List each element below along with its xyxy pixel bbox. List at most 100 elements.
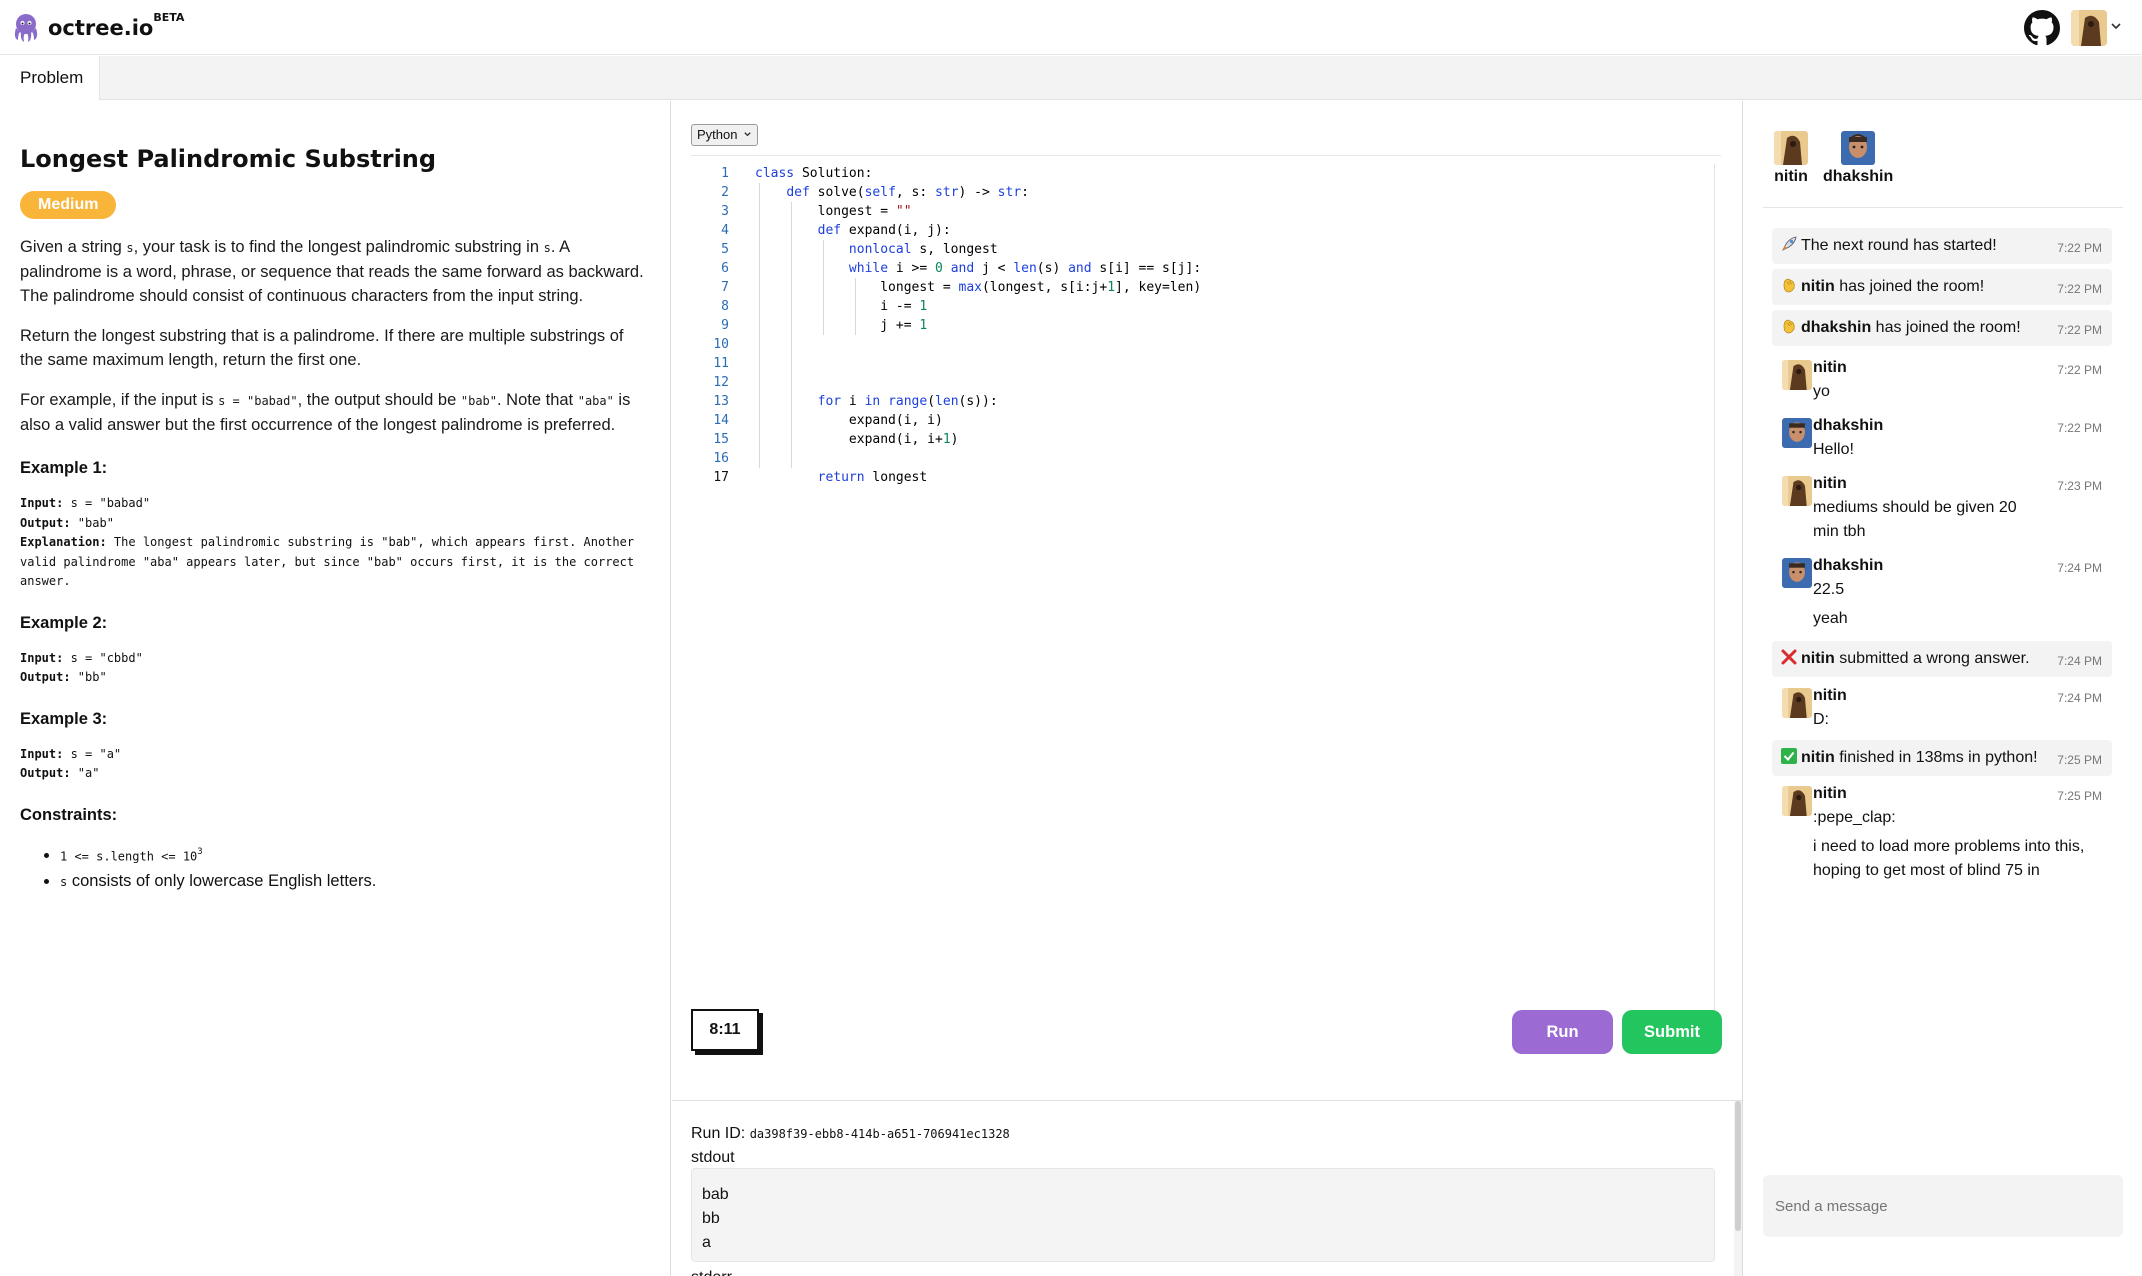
example-3: Input: s = "a" Output: "a" xyxy=(20,746,122,781)
message-input[interactable] xyxy=(1763,1175,2123,1237)
timestamp: 7:22 PM xyxy=(2057,323,2102,337)
code-line: expand(i, i) xyxy=(755,413,943,428)
avatar xyxy=(1782,360,1812,390)
system-message: nitin submitted a wrong answer. 7:24 PM xyxy=(1772,641,2112,677)
cross-mark-icon xyxy=(1781,649,1797,665)
message-text: D: xyxy=(1813,711,1829,728)
user-name: dhakshin xyxy=(1823,168,1894,185)
timestamp: 7:22 PM xyxy=(2057,282,2102,296)
chat-message: nitin D: 7:24 PM xyxy=(1772,684,2112,732)
avatar xyxy=(1782,418,1812,448)
timestamp: 7:23 PM xyxy=(2057,479,2102,493)
line-number: 4 xyxy=(721,223,729,238)
code-line: for i in range(len(s)): xyxy=(817,394,998,409)
octopus-logo-icon xyxy=(14,14,38,42)
problem-paragraph-1: Given a string s, your task is to find t… xyxy=(20,238,644,305)
code-line: j += 1 xyxy=(755,318,928,333)
constraints-heading: Constraints: xyxy=(20,805,118,824)
language-select[interactable]: Python xyxy=(691,124,758,146)
editor-scrollbar[interactable] xyxy=(1714,164,1715,1019)
stdout-line: a xyxy=(702,1234,711,1251)
message-text: :pepe_clap: xyxy=(1813,809,1896,826)
problem-paragraph-2: Return the longest substring that is a p… xyxy=(20,327,624,369)
message-text: i need to load more problems into this, … xyxy=(1813,838,2085,879)
timestamp: 7:22 PM xyxy=(2057,421,2102,435)
timestamp: 7:24 PM xyxy=(2057,561,2102,575)
code-line: class Solution: xyxy=(755,166,873,181)
problem-title: Longest Palindromic Substring xyxy=(20,145,437,173)
output-scrollbar-thumb[interactable] xyxy=(1735,1101,1741,1231)
code-line: def expand(i, j): xyxy=(817,223,951,238)
user-avatar[interactable] xyxy=(2071,10,2107,46)
app-name: octree.ioBETA xyxy=(48,11,185,40)
message-text: 22.5 xyxy=(1813,581,1845,598)
wave-hand-icon xyxy=(1783,319,1795,334)
room-user[interactable]: dhakshin xyxy=(1823,131,1893,186)
chevron-down-icon[interactable] xyxy=(2109,19,2123,33)
line-number: 17 xyxy=(713,470,729,485)
timestamp: 7:24 PM xyxy=(2057,691,2102,705)
code-line: def solve(self, s: str) -> str: xyxy=(786,185,1029,200)
wave-hand-icon xyxy=(1783,278,1795,293)
output-panel: Run ID: da398f39-ebb8-414b-a651-706941ec… xyxy=(672,1100,1742,1276)
constraint-item: s consists of only lowercase English let… xyxy=(60,870,650,894)
line-number: 5 xyxy=(721,242,729,257)
avatar xyxy=(1782,558,1812,588)
avatar xyxy=(1782,786,1812,816)
timestamp: 7:22 PM xyxy=(2057,363,2102,377)
code-line: while i >= 0 and j < len(s) and s[i] == … xyxy=(848,261,1202,276)
system-message: nitin finished in 138ms in python! 7:25 … xyxy=(1772,740,2112,776)
app-logo[interactable]: octree.ioBETA xyxy=(10,11,185,44)
timestamp: 7:24 PM xyxy=(2057,654,2102,668)
check-mark-icon xyxy=(1781,748,1797,764)
code-line: return longest xyxy=(817,470,928,485)
chat-panel: nitin dhakshin The next round has starte… xyxy=(1742,101,2142,1276)
system-message: nitin has joined the room! 7:22 PM xyxy=(1772,269,2112,305)
stdout-line: bab xyxy=(702,1186,729,1203)
avatar xyxy=(1782,476,1812,506)
message-text: yeah xyxy=(1813,610,1848,627)
difficulty-badge: Medium xyxy=(20,191,117,219)
timestamp: 7:25 PM xyxy=(2057,753,2102,767)
line-number: 2 xyxy=(721,185,729,200)
example-2-heading: Example 2: xyxy=(20,613,108,632)
github-icon[interactable] xyxy=(2024,10,2060,46)
problem-paragraph-3: For example, if the input is s = "babad"… xyxy=(20,391,631,434)
line-number: 14 xyxy=(713,413,729,428)
user-name: nitin xyxy=(1774,168,1808,185)
round-timer: 8:11 xyxy=(691,1009,759,1051)
message-author: nitin xyxy=(1813,475,1847,492)
tab-problem[interactable]: Problem xyxy=(0,56,100,100)
code-editor-panel: Python 1 2 3 4 5 6 7 8 9 10 11 12 13 14 … xyxy=(672,101,1742,1101)
chat-message: dhakshin Hello! 7:22 PM xyxy=(1772,414,2112,462)
message-text: mediums should be given 20 min tbh xyxy=(1813,499,2017,540)
divider xyxy=(1763,207,2123,208)
constraints-list: 1 <= s.length <= 103 s consists of only … xyxy=(60,841,650,895)
example-2: Input: s = "cbbd" Output: "bb" xyxy=(20,650,143,685)
code-line: nonlocal s, longest xyxy=(848,242,998,257)
submit-button[interactable]: Submit xyxy=(1622,1010,1722,1054)
problem-panel: Longest Palindromic Substring Medium Giv… xyxy=(0,101,671,1276)
line-number: 13 xyxy=(713,394,729,409)
stderr-label: stderr xyxy=(691,1269,732,1276)
line-number: 8 xyxy=(721,299,729,314)
beta-tag: BETA xyxy=(153,11,185,24)
line-number: 3 xyxy=(721,204,729,219)
rocket-icon xyxy=(1782,236,1797,251)
avatar xyxy=(1774,131,1808,165)
chat-message: nitin :pepe_clap: i need to load more pr… xyxy=(1772,782,2112,883)
run-id: Run ID: da398f39-ebb8-414b-a651-706941ec… xyxy=(691,1125,1010,1142)
stdout-line: bb xyxy=(702,1210,720,1227)
line-number: 1 xyxy=(721,166,729,181)
system-message: dhakshin has joined the room! 7:22 PM xyxy=(1772,310,2112,346)
room-user[interactable]: nitin xyxy=(1771,131,1811,186)
line-number: 7 xyxy=(721,280,729,295)
stdout-label: stdout xyxy=(691,1149,735,1166)
chat-message: nitin mediums should be given 20 min tbh… xyxy=(1772,472,2112,544)
chevron-down-icon xyxy=(744,132,751,137)
stdout-box: bab bb a xyxy=(691,1168,1715,1262)
code-line: longest = "" xyxy=(755,204,912,219)
run-button[interactable]: Run xyxy=(1512,1010,1613,1054)
code-area[interactable]: 1 2 3 4 5 6 7 8 9 10 11 12 13 14 15 16 1… xyxy=(691,164,1721,664)
line-number: 16 xyxy=(713,451,729,466)
